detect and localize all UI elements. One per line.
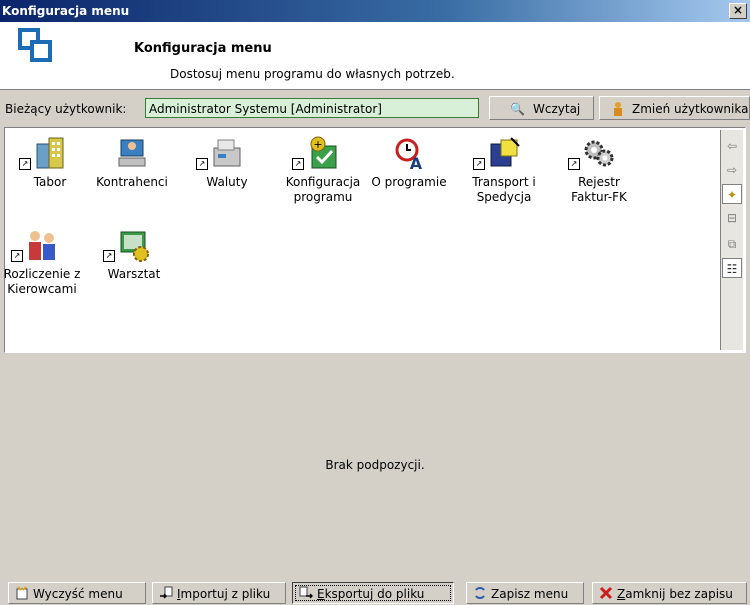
currency-icon [213,139,241,167]
clear-menu-label: Wyczyść menu [33,587,123,601]
shortcut-arrow-icon: ↗ [292,158,304,170]
buildings-icon [36,137,64,169]
menu-item-tabor[interactable]: ↗ Tabor [10,136,90,190]
copy-icon[interactable]: ⧉ [722,234,742,254]
export-label: Eksportuj do pliku [317,587,425,601]
export-button[interactable]: Eksportuj do pliku [292,582,454,604]
subitems-panel: Brak podpozycji. [4,356,746,576]
workshop-icon [120,231,149,262]
menu-item-label: Konfiguracja programu [285,175,361,204]
menu-item-transport[interactable]: ↗ Transport i Spedycja [464,136,544,205]
arrow-right-icon[interactable]: ⇨ [722,160,742,180]
current-user-label: Bieżący użytkownik: [5,102,127,116]
people-icon [29,231,55,260]
load-button-label: Wczytaj [533,102,581,116]
menu-item-label: Kontrahenci [96,175,168,189]
menu-item-kontrahenci[interactable]: Kontrahenci [92,136,172,190]
save-menu-icon [475,587,485,599]
clear-menu-button[interactable]: Wyczyść menu [8,582,146,604]
title-bar: Konfiguracja menu × [0,0,750,22]
svg-text:A: A [410,154,423,170]
menu-item-rejestr[interactable]: ↗ Rejestr Faktur-FK [559,136,639,205]
load-button[interactable]: 🔍 Wczytaj [489,96,594,120]
change-user-label: Zmień użytkownika [632,102,749,116]
shortcut-arrow-icon: ↗ [196,158,208,170]
load-icon: 🔍 [510,102,525,116]
export-icon [299,586,313,599]
menu-item-o-programie[interactable]: A O programie [369,136,449,190]
shortcut-arrow-icon: ↗ [11,250,23,262]
menu-item-waluty[interactable]: ↗ Waluty [187,136,267,190]
gears-icon [584,140,614,167]
current-user-field[interactable]: Administrator Systemu [Administrator] [145,98,479,118]
import-icon [160,586,173,599]
transport-icon [490,137,520,167]
menu-item-label: Transport i Spedycja [472,175,536,204]
menu-item-label: O programie [371,175,447,189]
change-user-button[interactable]: Zmień użytkownika [599,96,750,120]
menu-config-logo-icon [18,28,52,62]
contacts-icon [118,139,146,167]
menu-item-label: Rejestr Faktur-FK [571,175,627,204]
rename-icon[interactable]: ⊟ [722,208,742,228]
menu-item-konfiguracja[interactable]: ↗ + Konfiguracja programu [283,136,363,205]
shortcut-arrow-icon: ↗ [103,250,115,262]
menu-item-label: Rozliczenie z Kierowcami [3,267,81,296]
side-toolbar: ⇦ ⇨ ✦ ⊟ ⧉ ☷ [720,130,743,350]
close-without-saving-button[interactable]: Zamknij bez zapisu [592,582,747,604]
import-button[interactable]: Importuj z pliku [152,582,286,604]
import-label: Importuj z pliku [177,587,271,601]
menu-item-label: Tabor [33,175,67,189]
menu-item-label: Waluty [206,175,248,189]
bottom-toolbar: Wyczyść menu Importuj z pliku Eksportuj … [0,580,750,605]
new-folder-icon[interactable]: ✦ [722,184,742,204]
tree-icon[interactable]: ☷ [722,258,742,278]
config-icon: + [310,136,337,169]
arrow-left-icon[interactable]: ⇦ [722,136,742,156]
page-subtitle: Dostosuj menu programu do własnych potrz… [170,67,455,81]
close-x-icon [599,586,613,600]
shortcut-arrow-icon: ↗ [568,158,580,170]
page-title: Konfiguracja menu [134,41,272,56]
change-user-icon [614,102,622,116]
shortcut-arrow-icon: ↗ [19,158,31,170]
save-menu-label: Zapisz menu [491,587,569,601]
close-without-saving-label: Zamknij bez zapisu [617,587,733,601]
menu-icons-panel: ↗ Tabor Kontrahenci ↗ Waluty ↗ + Konfigu… [4,127,746,353]
clear-menu-icon [16,586,28,600]
menu-item-label: Warsztat [107,267,161,281]
window-title: Konfiguracja menu [2,4,130,18]
about-icon: A [395,138,423,173]
close-button[interactable]: × [729,3,747,19]
shortcut-arrow-icon: ↗ [473,158,485,170]
empty-subitems-text: Brak podpozycji. [325,458,425,472]
user-row: Bieżący użytkownik: Administrator System… [0,95,750,123]
menu-item-warsztat[interactable]: ↗ Warsztat [94,228,174,282]
svg-text:+: + [313,138,322,151]
header: Konfiguracja menu Dostosuj menu programu… [0,22,750,90]
save-menu-button[interactable]: Zapisz menu [466,582,584,604]
menu-item-rozliczenie[interactable]: ↗ Rozliczenie z Kierowcami [2,228,82,297]
